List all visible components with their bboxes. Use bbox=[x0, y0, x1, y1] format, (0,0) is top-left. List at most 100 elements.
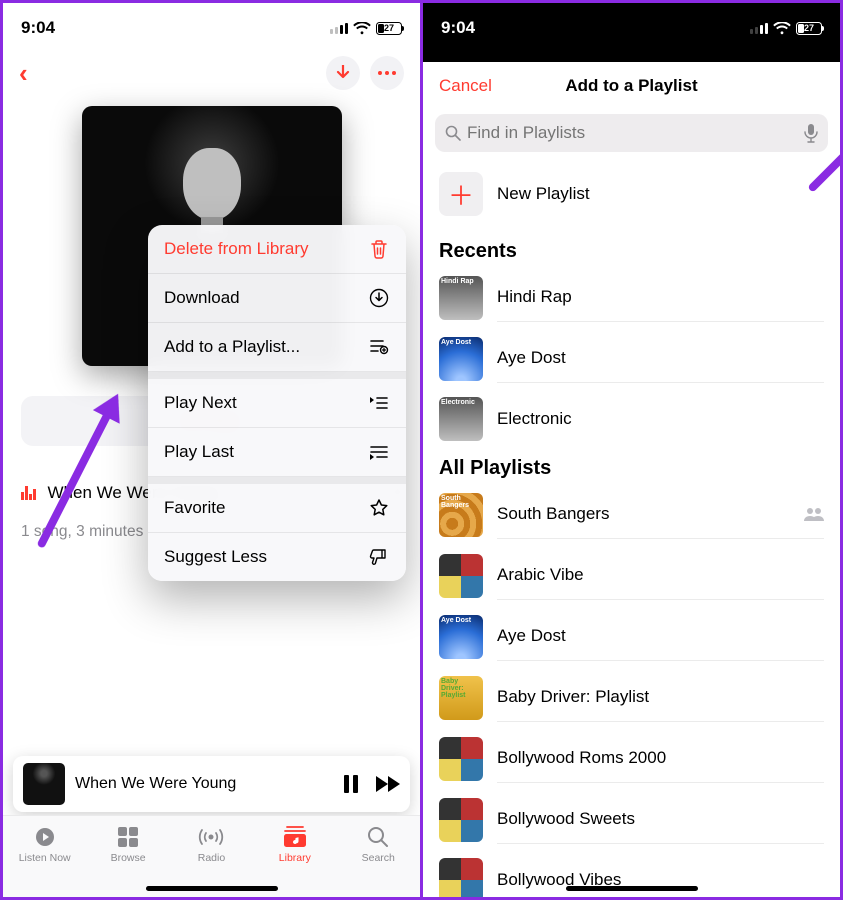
context-menu: Delete from Library Download Add to a Pl… bbox=[148, 225, 406, 581]
browse-icon bbox=[117, 824, 139, 849]
mini-player-artwork bbox=[23, 763, 65, 805]
menu-label: Delete from Library bbox=[164, 239, 309, 259]
playlist-row[interactable]: Bollywood Sweets bbox=[423, 789, 840, 850]
playlist-artwork: Aye Dost bbox=[439, 337, 483, 381]
download-circle-icon bbox=[368, 288, 390, 308]
mini-player[interactable]: When We Were Young bbox=[13, 756, 410, 812]
playlist-name: Arabic Vibe bbox=[497, 565, 584, 585]
tab-label: Browse bbox=[111, 852, 146, 864]
battery-icon: 27 bbox=[376, 22, 402, 35]
plus-icon: ＋ bbox=[439, 172, 483, 216]
thumbs-down-icon bbox=[368, 547, 390, 567]
tab-bar: Listen Now Browse Radio Library Search bbox=[3, 815, 420, 897]
menu-play-last[interactable]: Play Last bbox=[148, 428, 406, 477]
playlist-artwork bbox=[439, 554, 483, 598]
playlist-row[interactable]: Aye DostAye Dost bbox=[423, 606, 840, 667]
menu-label: Play Next bbox=[164, 393, 237, 413]
battery-icon: 27 bbox=[796, 22, 822, 35]
recents-header: Recents bbox=[423, 232, 840, 267]
playlist-row[interactable]: Aye Dost Aye Dost bbox=[423, 328, 840, 389]
status-time: 9:04 bbox=[441, 18, 475, 38]
search-icon bbox=[445, 125, 461, 141]
tab-label: Library bbox=[279, 852, 311, 864]
download-arrow-icon bbox=[336, 65, 350, 81]
wifi-icon bbox=[773, 22, 791, 35]
play-last-icon bbox=[368, 444, 390, 460]
home-indicator[interactable] bbox=[146, 886, 278, 891]
new-playlist-button[interactable]: ＋ New Playlist bbox=[423, 162, 840, 232]
menu-add-playlist[interactable]: Add to a Playlist... bbox=[148, 323, 406, 372]
playlist-name: Hindi Rap bbox=[497, 287, 572, 307]
search-input[interactable] bbox=[467, 123, 798, 143]
tab-listen-now[interactable]: Listen Now bbox=[10, 824, 80, 897]
cancel-button[interactable]: Cancel bbox=[439, 76, 492, 96]
playlist-row[interactable]: South Bangers South Bangers bbox=[423, 484, 840, 545]
tab-search[interactable]: Search bbox=[343, 824, 413, 897]
menu-favorite[interactable]: Favorite bbox=[148, 484, 406, 533]
playlist-row[interactable]: Arabic Vibe bbox=[423, 545, 840, 606]
search-icon bbox=[367, 824, 389, 849]
playlist-artwork bbox=[439, 798, 483, 842]
playlist-artwork: Hindi Rap bbox=[439, 276, 483, 320]
cellular-icon bbox=[330, 23, 349, 34]
playlist-artwork bbox=[439, 737, 483, 781]
menu-play-next[interactable]: Play Next bbox=[148, 379, 406, 428]
cellular-icon bbox=[750, 23, 769, 34]
playlist-add-icon bbox=[368, 338, 390, 356]
pause-button[interactable] bbox=[344, 775, 358, 793]
playlist-name: Bollywood Sweets bbox=[497, 809, 635, 829]
sheet-title: Add to a Playlist bbox=[565, 76, 697, 96]
now-playing-bars-icon bbox=[21, 486, 36, 500]
nav-bar: ‹ bbox=[3, 48, 420, 98]
menu-separator bbox=[148, 477, 406, 484]
tab-label: Listen Now bbox=[19, 852, 71, 864]
menu-separator bbox=[148, 372, 406, 379]
playlist-name: Aye Dost bbox=[497, 348, 566, 368]
playlist-name: South Bangers bbox=[497, 504, 609, 524]
mini-player-title: When We Were Young bbox=[75, 775, 334, 793]
radio-icon bbox=[198, 824, 224, 849]
menu-label: Favorite bbox=[164, 498, 225, 518]
menu-label: Download bbox=[164, 288, 240, 308]
ellipsis-icon bbox=[378, 71, 396, 75]
playlist-artwork: Baby Driver: Playlist bbox=[439, 676, 483, 720]
playlist-name: Bollywood Roms 2000 bbox=[497, 748, 666, 768]
shared-icon bbox=[804, 507, 824, 521]
dictation-icon[interactable] bbox=[804, 123, 818, 143]
playlist-row[interactable]: Bollywood Roms 2000 bbox=[423, 728, 840, 789]
menu-delete-library[interactable]: Delete from Library bbox=[148, 225, 406, 274]
sheet-header: Cancel Add to a Playlist bbox=[423, 62, 840, 110]
playlist-artwork: Aye Dost bbox=[439, 615, 483, 659]
new-playlist-label: New Playlist bbox=[497, 184, 590, 204]
menu-label: Play Last bbox=[164, 442, 234, 462]
tab-label: Search bbox=[362, 852, 395, 864]
statusbar: 9:04 27 bbox=[3, 3, 420, 48]
search-field[interactable] bbox=[435, 114, 828, 152]
phone-left: 9:04 27 ‹ Delete from Libra bbox=[3, 3, 423, 897]
tab-label: Radio bbox=[198, 852, 225, 864]
more-button[interactable] bbox=[370, 56, 404, 90]
playlist-artwork: South Bangers bbox=[439, 493, 483, 537]
playlist-row[interactable]: Baby Driver: Playlist Baby Driver: Playli… bbox=[423, 667, 840, 728]
trash-icon bbox=[368, 239, 390, 259]
menu-suggest-less[interactable]: Suggest Less bbox=[148, 533, 406, 581]
status-indicators: 27 bbox=[750, 22, 823, 35]
play-next-icon bbox=[368, 395, 390, 411]
next-button[interactable] bbox=[376, 776, 400, 792]
playlist-name: Baby Driver: Playlist bbox=[497, 687, 649, 707]
star-icon bbox=[368, 498, 390, 518]
playlist-name: Electronic bbox=[497, 409, 572, 429]
status-time: 9:04 bbox=[21, 18, 55, 38]
download-all-button[interactable] bbox=[326, 56, 360, 90]
menu-label: Suggest Less bbox=[164, 547, 267, 567]
playlist-row[interactable]: Hindi Rap Hindi Rap bbox=[423, 267, 840, 328]
home-indicator[interactable] bbox=[566, 886, 698, 891]
playlist-row[interactable]: Electronic Electronic bbox=[423, 389, 840, 449]
playlist-artwork: Electronic bbox=[439, 397, 483, 441]
listen-now-icon bbox=[33, 824, 57, 849]
menu-label: Add to a Playlist... bbox=[164, 337, 300, 357]
back-button[interactable]: ‹ bbox=[19, 58, 28, 89]
menu-download[interactable]: Download bbox=[148, 274, 406, 323]
all-playlists-header: All Playlists bbox=[423, 449, 840, 484]
playlist-artwork bbox=[439, 858, 483, 897]
